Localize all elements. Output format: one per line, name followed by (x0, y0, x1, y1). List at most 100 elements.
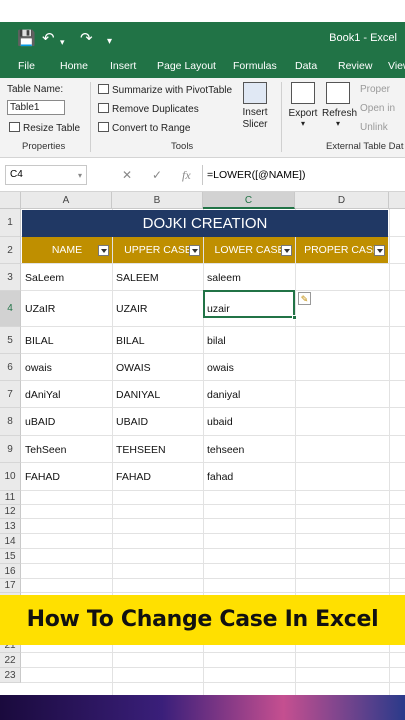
formula-bar: C4 ▾ ✕ ✓ fx =LOWER([@NAME]) (0, 158, 405, 192)
convert-to-range-label: Convert to Range (112, 123, 191, 134)
row-header-12[interactable]: 12 (0, 505, 21, 519)
row-header-2[interactable]: 2 (0, 237, 21, 264)
table-cell[interactable]: daniyal (207, 389, 293, 401)
table-cell[interactable]: UZAIR (116, 303, 202, 315)
header-lower-case[interactable]: LOWER CASE (204, 237, 295, 263)
table-cell[interactable]: fahad (207, 471, 293, 483)
row-header-9[interactable]: 9 (0, 436, 21, 463)
table-title[interactable]: DOJKI CREATION (22, 210, 388, 237)
column-header-a[interactable]: A (21, 192, 112, 209)
table-cell[interactable]: ubaid (207, 416, 293, 428)
row-header-10[interactable]: 10 (0, 463, 21, 491)
table-cell[interactable]: UZaIR (25, 303, 111, 315)
header-proper-case[interactable]: PROPER CASE (296, 237, 388, 263)
table-cell[interactable]: dAniYal (25, 389, 111, 401)
table-cell[interactable]: FAHAD (25, 471, 111, 483)
tab-file[interactable]: File (18, 60, 35, 72)
table-cell[interactable]: saleem (207, 272, 293, 284)
filter-dropdown-icon[interactable] (281, 245, 292, 256)
row-header-15[interactable]: 15 (0, 549, 21, 564)
gridline (21, 518, 405, 519)
table-cell[interactable]: FAHAD (116, 471, 202, 483)
column-header-c[interactable]: C (203, 192, 295, 209)
column-header-e[interactable] (389, 192, 405, 209)
row-header-11[interactable]: 11 (0, 491, 21, 505)
gridline (21, 435, 405, 436)
name-box[interactable]: C4 (5, 165, 87, 185)
decorative-footer (0, 695, 405, 720)
column-header-d[interactable]: D (295, 192, 389, 209)
insert-slicer-button[interactable]: Insert Slicer (240, 82, 270, 131)
row-header-5[interactable]: 5 (0, 327, 21, 354)
table-cell[interactable]: TEHSEEN (116, 444, 202, 456)
row-header-22[interactable]: 22 (0, 653, 21, 668)
select-all-corner[interactable] (0, 192, 21, 209)
row-header-23[interactable]: 23 (0, 668, 21, 683)
unlink-button[interactable]: Unlink (360, 122, 388, 133)
tab-formulas[interactable]: Formulas (233, 60, 277, 72)
summarize-pivot-button[interactable]: Summarize with PivotTable (98, 84, 232, 96)
table-cell[interactable]: BILAL (25, 335, 111, 347)
table-cell[interactable]: SALEEM (116, 272, 202, 284)
table-cell[interactable]: TehSeen (25, 444, 111, 456)
active-cell-c4[interactable] (203, 290, 295, 318)
filter-dropdown-icon[interactable] (98, 245, 109, 256)
convert-to-range-button[interactable]: Convert to Range (98, 122, 190, 134)
tab-home[interactable]: Home (60, 60, 88, 72)
tab-insert[interactable]: Insert (110, 60, 136, 72)
insert-function-icon[interactable]: fx (182, 168, 191, 183)
row-header-8[interactable]: 8 (0, 408, 21, 436)
filter-dropdown-icon[interactable] (374, 245, 385, 256)
header-upper-case[interactable]: UPPER CASE (113, 237, 203, 263)
save-icon[interactable]: 💾 (17, 31, 36, 47)
table-name-input[interactable]: Table1 (7, 100, 65, 115)
group-divider (90, 82, 91, 152)
tab-data[interactable]: Data (295, 60, 317, 72)
fill-handle[interactable] (292, 315, 297, 320)
table-cell[interactable]: OWAIS (116, 362, 202, 374)
table-cell[interactable]: DANIYAL (116, 389, 202, 401)
undo-dropdown-icon[interactable]: ▾ (60, 34, 65, 50)
row-header-17[interactable]: 17 (0, 579, 21, 593)
row-header-16[interactable]: 16 (0, 564, 21, 579)
enter-icon[interactable]: ✓ (152, 168, 162, 182)
redo-icon[interactable]: ↷ (80, 31, 93, 47)
gridline (21, 667, 405, 668)
export-button[interactable]: Export ▾ (288, 82, 318, 128)
filter-dropdown-icon[interactable] (189, 245, 200, 256)
row-header-3[interactable]: 3 (0, 264, 21, 291)
row-header-13[interactable]: 13 (0, 519, 21, 534)
table-cell[interactable]: BILAL (116, 335, 202, 347)
gridline (21, 548, 405, 549)
properties-button[interactable]: Proper (360, 84, 390, 95)
tab-review[interactable]: Review (338, 60, 372, 72)
table-cell[interactable]: UBAID (116, 416, 202, 428)
row-header-6[interactable]: 6 (0, 354, 21, 381)
table-cell[interactable]: owais (207, 362, 293, 374)
row-header-1[interactable]: 1 (0, 209, 21, 237)
table-cell[interactable]: bilal (207, 335, 293, 347)
table-cell[interactable]: owais (25, 362, 111, 374)
table-cell[interactable]: tehseen (207, 444, 293, 456)
table-cell[interactable]: uBAID (25, 416, 111, 428)
refresh-button[interactable]: Refresh ▾ (322, 82, 357, 128)
formula-input[interactable]: =LOWER([@NAME]) (202, 165, 405, 185)
row-header-14[interactable]: 14 (0, 534, 21, 549)
resize-table-button[interactable]: Resize Table (9, 122, 80, 134)
open-in-browser-button[interactable]: Open in (360, 103, 395, 114)
remove-duplicates-button[interactable]: Remove Duplicates (98, 103, 199, 115)
row-header-7[interactable]: 7 (0, 381, 21, 408)
table-cell[interactable]: SaLeem (25, 272, 111, 284)
tab-page-layout[interactable]: Page Layout (157, 60, 216, 72)
customize-quick-access-icon[interactable]: ▾ (107, 34, 112, 50)
cancel-icon[interactable]: ✕ (122, 168, 132, 182)
undo-icon[interactable]: ↶ (42, 31, 55, 47)
resize-table-label: Resize Table (23, 123, 81, 134)
header-name[interactable]: NAME (22, 237, 112, 263)
name-box-dropdown-icon[interactable]: ▾ (78, 171, 82, 180)
tab-view[interactable]: View (388, 60, 405, 72)
autocorrect-options-icon[interactable]: ✎ (298, 292, 311, 305)
convert-range-icon (98, 122, 109, 132)
column-header-b[interactable]: B (112, 192, 203, 209)
row-header-4[interactable]: 4 (0, 291, 21, 327)
